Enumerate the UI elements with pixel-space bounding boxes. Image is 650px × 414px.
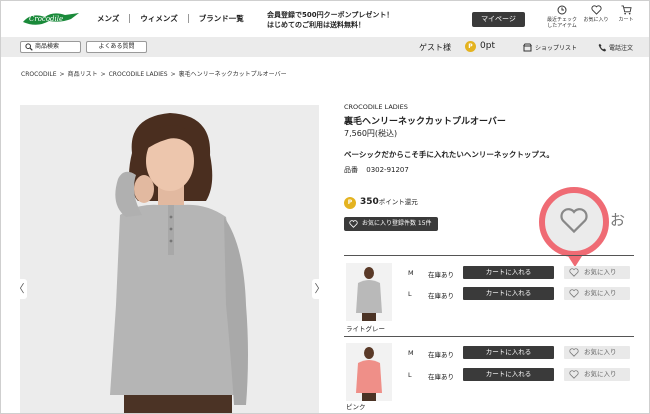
cart-icon [621, 5, 632, 15]
size-label: L [408, 371, 412, 379]
add-favorite-button[interactable]: お気に入り [564, 368, 630, 381]
divider [344, 255, 634, 256]
phone-order-link[interactable]: 電話注文 [609, 43, 633, 52]
gallery-next-button[interactable]: 〉 [312, 279, 328, 299]
product-image[interactable] [20, 105, 319, 413]
add-favorite-label: お気に入り [584, 370, 617, 378]
favorite-callout-highlight [539, 187, 609, 257]
product-brand[interactable]: CROCODILE LADIES [344, 103, 408, 111]
stock-status: 在庫あり [428, 292, 454, 300]
promo-banner[interactable]: 会員登録で500円クーポンプレゼント！ はじめてのご利用は送料無料！ [267, 10, 393, 30]
faq-label: よくある質問 [98, 43, 135, 50]
add-to-cart-button[interactable]: カートに入れる [463, 266, 554, 279]
heart-icon [569, 268, 579, 277]
heart-icon [349, 220, 358, 228]
utility-bar: 商品検索 よくある質問 ゲスト様 P 0pt ショップリスト 電話注文 [1, 37, 649, 57]
breadcrumb-item[interactable]: CROCODILE LADIES [109, 71, 168, 78]
cart-label: カート [618, 17, 634, 23]
clock-icon [557, 5, 567, 15]
size-label: M [408, 349, 414, 357]
add-to-cart-button[interactable]: カートに入れる [463, 287, 554, 300]
breadcrumb: CROCODILE > 商品リスト > CROCODILE LADIES > 裏毛ヘンリーネ… [21, 69, 287, 78]
size-label: L [408, 290, 412, 298]
breadcrumb-item[interactable]: 商品リスト [68, 71, 98, 78]
stock-status: 在庫あり [428, 271, 454, 279]
nav-brands[interactable]: ブランド一覧 [189, 14, 254, 23]
color-swatch-lightgray[interactable] [346, 263, 392, 321]
mypage-button[interactable]: マイページ [472, 12, 525, 27]
swatch-photo [346, 343, 392, 401]
stock-status: 在庫あり [428, 373, 454, 381]
divider [344, 336, 634, 337]
add-favorite-button[interactable]: お気に入り [564, 266, 630, 279]
heart-icon [569, 348, 579, 357]
crocodile-logo[interactable]: Crocodile [21, 8, 81, 30]
guest-name: ゲスト様 [419, 43, 451, 52]
breadcrumb-separator: > [100, 71, 106, 78]
color-label: ピンク [346, 403, 366, 411]
shop-icon [523, 43, 532, 52]
add-favorite-button[interactable]: お気に入り [564, 346, 630, 359]
stock-status: 在庫あり [428, 351, 454, 359]
page-frame: Crocodile メンズ ウィメンズ ブランド一覧 会員登録で500円クーポン… [0, 0, 650, 414]
point-coin-icon: P [465, 41, 476, 52]
reward-points: 350ポイント還元 [360, 196, 418, 207]
size-label: M [408, 269, 414, 277]
site-header: Crocodile メンズ ウィメンズ ブランド一覧 会員登録で500円クーポン… [1, 1, 649, 37]
add-favorite-label: お気に入り [584, 268, 617, 276]
model-photo [20, 105, 319, 413]
gallery-prev-button[interactable]: 〈 [11, 279, 27, 299]
favorite-count-badge: お気に入り登録件数 15件 [344, 217, 438, 231]
color-label: ライトグレー [346, 325, 385, 333]
favorite-count-label: お気に入り登録件数 15件 [362, 220, 432, 227]
breadcrumb-separator: > [170, 71, 176, 78]
add-favorite-label: お気に入り [584, 289, 617, 297]
promo-line-2: はじめてのご利用は送料無料！ [267, 21, 365, 29]
main-nav: メンズ ウィメンズ ブランド一覧 [97, 14, 254, 23]
add-favorite-label: お気に入り [584, 348, 617, 356]
nav-mens[interactable]: メンズ [97, 14, 131, 23]
add-to-cart-button[interactable]: カートに入れる [463, 368, 554, 381]
product-code-value: 0302-91207 [366, 166, 409, 174]
swatch-photo [346, 263, 392, 321]
reward-points-value: 350 [360, 197, 379, 207]
point-coin-icon: P [344, 197, 356, 209]
faq-button[interactable]: よくある質問 [86, 41, 147, 53]
recent-label-2: したアイテム [547, 23, 577, 29]
point-balance: 0pt [480, 41, 495, 51]
breadcrumb-current: 裏毛ヘンリーネックカットプルオーバー [178, 71, 287, 78]
product-catch-copy: ベーシックだからこそ手に入れたいヘンリーネックトップス。 [344, 150, 554, 159]
product-search-button[interactable]: 商品検索 [20, 41, 81, 53]
add-to-cart-button[interactable]: カートに入れる [463, 346, 554, 359]
recent-items-link[interactable]: 最近チェック したアイテム [544, 5, 580, 29]
add-favorite-button[interactable]: お気に入り [564, 287, 630, 300]
heart-icon [569, 370, 579, 379]
logo-text: Crocodile [29, 15, 63, 23]
callout-partial-text: お [610, 211, 626, 229]
color-swatch-pink[interactable] [346, 343, 392, 401]
breadcrumb-separator: > [59, 71, 65, 78]
breadcrumb-item[interactable]: CROCODILE [21, 71, 57, 78]
product-search-label: 商品検索 [35, 43, 60, 50]
product-code: 品番 0302-91207 [344, 165, 409, 175]
cart-link[interactable]: カート [608, 5, 644, 23]
reward-points-suffix: ポイント還元 [378, 198, 418, 206]
heart-icon [569, 289, 579, 298]
shop-list-link[interactable]: ショップリスト [535, 43, 577, 52]
heart-icon [590, 5, 602, 15]
heart-icon [560, 208, 588, 234]
promo-line-1: 会員登録で500円クーポンプレゼント！ [267, 11, 394, 19]
product-code-label: 品番 [344, 166, 358, 174]
product-price: 7,560円(税込) [344, 129, 398, 138]
product-name: 裏毛ヘンリーネックカットプルオーバー [344, 117, 506, 127]
search-icon [25, 43, 33, 51]
phone-icon [598, 43, 607, 52]
nav-womens[interactable]: ウィメンズ [130, 14, 189, 23]
